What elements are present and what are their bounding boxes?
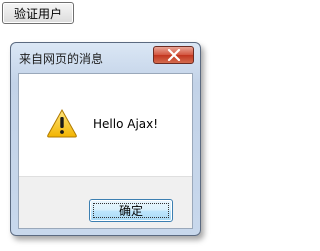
close-icon [167,49,180,61]
dialog-message: Hello Ajax! [93,117,159,131]
dialog-title: 来自网页的消息 [19,52,104,66]
verify-user-button[interactable]: 验证用户 [2,2,74,24]
close-button[interactable] [153,46,194,64]
ok-button[interactable]: 确定 [89,199,173,222]
dialog-body: Hello Ajax! 确定 [18,73,193,229]
focus-rect [93,203,169,218]
dialog-footer: 确定 [19,176,192,228]
dialog-content: Hello Ajax! [19,74,192,176]
warning-icon [47,108,77,138]
dialog-titlebar[interactable]: 来自网页的消息 [11,43,200,73]
message-dialog: 来自网页的消息 Hello Ajax! 确定 [10,42,201,236]
